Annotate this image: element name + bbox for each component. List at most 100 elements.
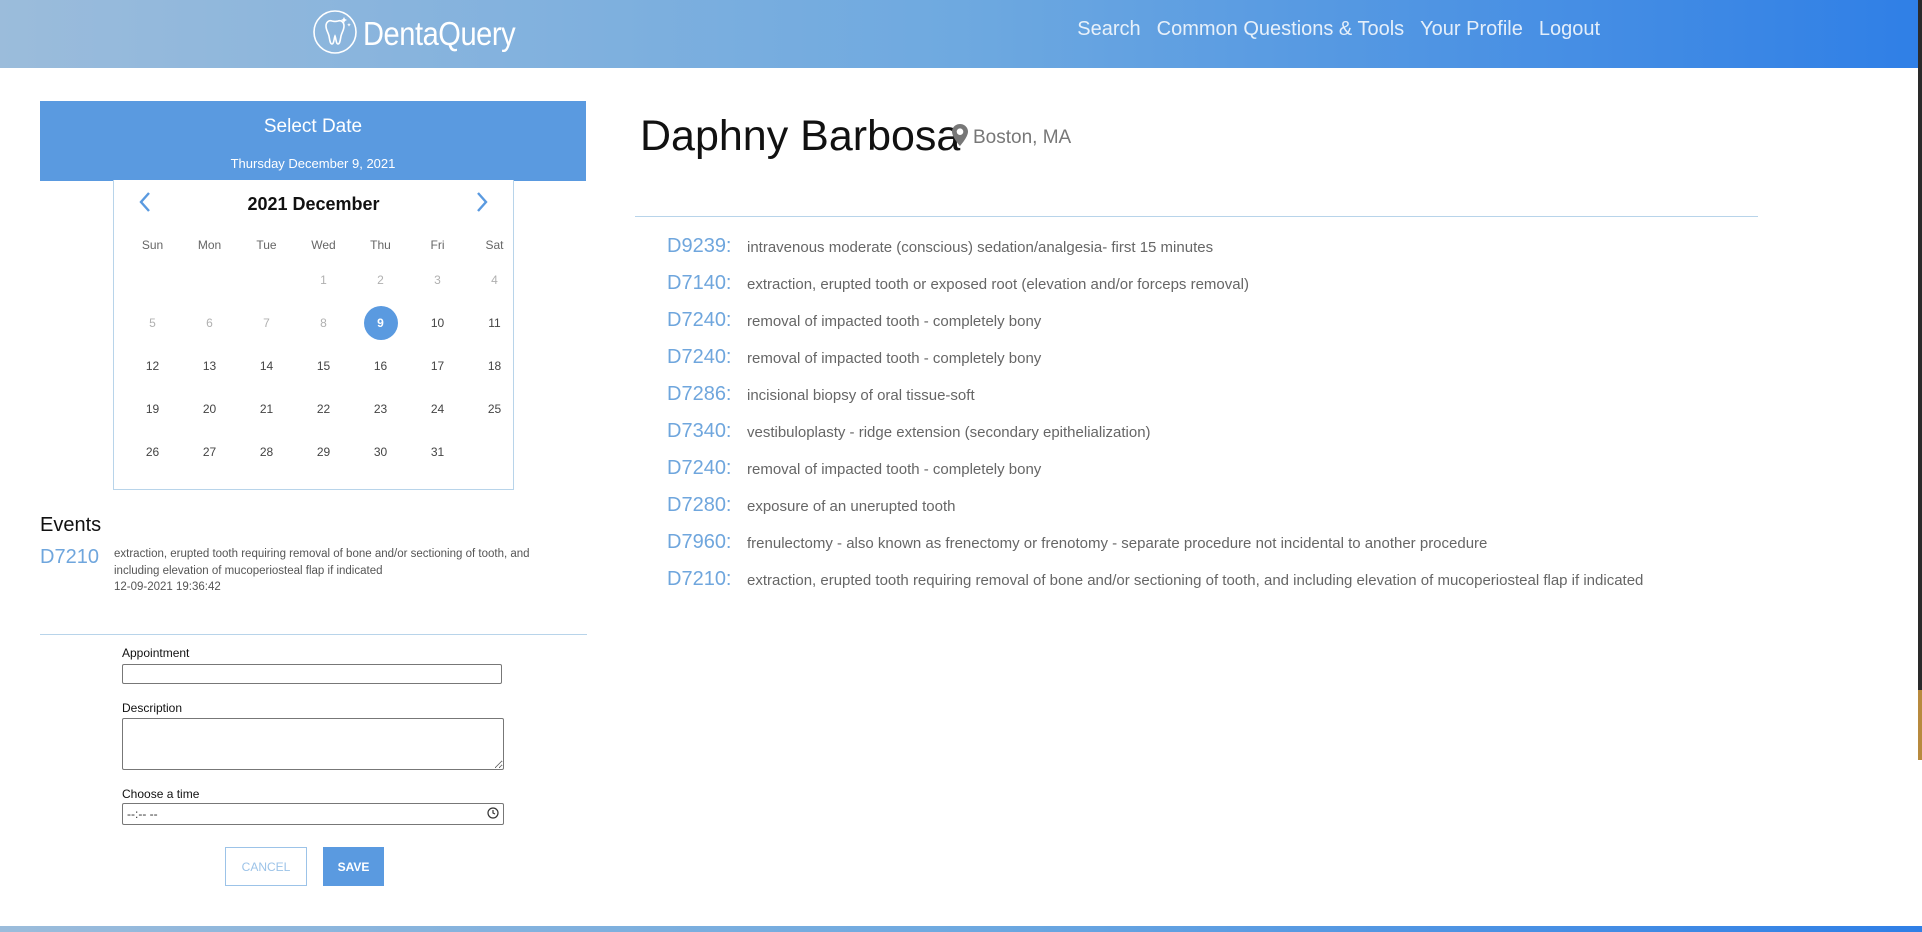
procedure-item[interactable]: D7240: removal of impacted tooth - comple… [667, 309, 1643, 346]
calendar-day[interactable]: 11 [466, 316, 523, 330]
calendar-day[interactable]: 10 [409, 316, 466, 330]
month-label: 2021 December [247, 194, 380, 214]
procedure-code[interactable]: D9239: [667, 235, 747, 258]
calendar-day-number: 9 [363, 305, 398, 340]
nav-logout[interactable]: Logout [1539, 18, 1600, 41]
procedure-item[interactable]: D7340: vestibuloplasty - ridge extension … [667, 420, 1643, 457]
weekday-label: Wed [311, 238, 336, 252]
procedure-code[interactable]: D7286: [667, 383, 747, 406]
procedure-description: extraction, erupted tooth or exposed roo… [747, 276, 1249, 293]
calendar-day-number: 25 [487, 401, 502, 416]
calendar-day-number: 13 [202, 358, 217, 373]
calendar-day[interactable]: 17 [409, 359, 466, 373]
procedure-item[interactable]: D7280: exposure of an unerupted tooth [667, 494, 1643, 531]
bottom-bar [0, 926, 1922, 932]
nav-search[interactable]: Search [1077, 18, 1140, 41]
patient-name: Daphny Barbosa [640, 112, 961, 160]
calendar-week: 26 27 28 29 30 31 [124, 430, 523, 473]
calendar-day-number: 7 [263, 315, 270, 330]
event-code[interactable]: D7210 [40, 546, 99, 569]
calendar-day[interactable]: 21 [238, 402, 295, 416]
calendar-day[interactable]: 22 [295, 402, 352, 416]
nav-common-questions-tools[interactable]: Common Questions & Tools [1157, 18, 1405, 41]
patient-location: Boston, MA [952, 124, 1071, 152]
procedure-code[interactable]: D7240: [667, 457, 747, 480]
next-month-button[interactable] [469, 190, 493, 214]
procedure-code[interactable]: D7340: [667, 420, 747, 443]
procedure-code[interactable]: D7140: [667, 272, 747, 295]
calendar-day[interactable]: 23 [352, 402, 409, 416]
calendar-day-number: 10 [430, 315, 445, 330]
calendar-day[interactable]: 28 [238, 445, 295, 459]
procedure-description: removal of impacted tooth - completely b… [747, 313, 1042, 330]
calendar-day-number: 12 [145, 358, 160, 373]
procedure-description: vestibuloplasty - ridge extension (secon… [747, 424, 1151, 441]
calendar-day[interactable]: 15 [295, 359, 352, 373]
calendar-day[interactable]: 20 [181, 402, 238, 416]
calendar-day-number: 24 [430, 401, 445, 416]
calendar-day[interactable]: 30 [352, 445, 409, 459]
calendar-day[interactable]: 26 [124, 445, 181, 459]
procedure-code[interactable]: D7960: [667, 531, 747, 554]
calendar-day[interactable]: 25 [466, 402, 523, 416]
procedure-item[interactable]: D9239: intravenous moderate (conscious) s… [667, 235, 1643, 272]
calendar-day[interactable]: 24 [409, 402, 466, 416]
calendar-day: 7 [238, 316, 295, 330]
brand-name: DentaQuery [363, 15, 516, 52]
procedure-item[interactable]: D7240: removal of impacted tooth - comple… [667, 346, 1643, 383]
appointment-label: Appointment [122, 646, 190, 660]
description-textarea[interactable] [122, 718, 504, 770]
calendar-week: 19 20 21 22 23 24 25 [124, 387, 523, 430]
clock-icon[interactable] [487, 806, 499, 822]
main-nav: Search Common Questions & Tools Your Pro… [1077, 18, 1600, 41]
procedure-description: removal of impacted tooth - completely b… [747, 461, 1042, 478]
procedure-description: incisional biopsy of oral tissue-soft [747, 387, 975, 404]
procedure-code[interactable]: D7280: [667, 494, 747, 517]
calendar-day[interactable]: 16 [352, 359, 409, 373]
calendar-day[interactable]: 13 [181, 359, 238, 373]
calendar-day-number: 11 [488, 315, 501, 330]
top-navbar: DentaQuery Search Common Questions & Too… [0, 0, 1922, 68]
procedure-item[interactable]: D7140: extraction, erupted tooth or expos… [667, 272, 1643, 309]
brand-logo[interactable]: DentaQuery [311, 8, 536, 60]
calendar-day[interactable]: 29 [295, 445, 352, 459]
procedure-code[interactable]: D7240: [667, 346, 747, 369]
procedure-description: removal of impacted tooth - completely b… [747, 350, 1042, 367]
tooth-logo-icon [311, 8, 359, 61]
calendar-day: 3 [409, 273, 466, 287]
calendar-day-number: 2 [377, 272, 384, 287]
event-description: extraction, erupted tooth requiring remo… [114, 548, 530, 577]
map-pin-icon [952, 124, 973, 152]
calendar-day-number: 3 [434, 272, 441, 287]
calendar-day: 4 [466, 273, 523, 287]
calendar-day-number: 17 [430, 358, 445, 373]
calendar-day[interactable]: 19 [124, 402, 181, 416]
time-value: --:-- -- [127, 807, 158, 821]
calendar-day[interactable]: 18 [466, 359, 523, 373]
calendar-day[interactable]: 31 [409, 445, 466, 459]
calendar-day: 1 [295, 273, 352, 287]
procedure-code[interactable]: D7210: [667, 568, 747, 591]
nav-your-profile[interactable]: Your Profile [1420, 18, 1523, 41]
appointment-input[interactable] [122, 664, 502, 684]
calendar-day-number: 27 [202, 444, 217, 459]
calendar-day-number: 31 [430, 444, 445, 459]
procedure-item[interactable]: D7210: extraction, erupted tooth requirin… [667, 568, 1643, 605]
weekday-label: Fri [430, 238, 445, 252]
save-button[interactable]: SAVE [323, 847, 384, 886]
weekday-label: Tue [256, 238, 277, 252]
procedure-code[interactable]: D7240: [667, 309, 747, 332]
calendar-day[interactable]: 27 [181, 445, 238, 459]
cancel-button[interactable]: CANCEL [225, 847, 307, 886]
calendar-day[interactable]: 14 [238, 359, 295, 373]
window-edge-accent [1918, 690, 1922, 760]
calendar-day-number: 6 [206, 315, 213, 330]
procedure-description: intravenous moderate (conscious) sedatio… [747, 239, 1214, 256]
procedure-item[interactable]: D7960: frenulectomy - also known as frene… [667, 531, 1643, 568]
procedure-item[interactable]: D7286: incisional biopsy of oral tissue-s… [667, 383, 1643, 420]
procedure-description: extraction, erupted tooth requiring remo… [747, 572, 1644, 589]
procedure-item[interactable]: D7240: removal of impacted tooth - comple… [667, 457, 1643, 494]
time-input[interactable]: --:-- -- [122, 803, 504, 825]
calendar-day[interactable]: 9 [352, 305, 409, 340]
calendar-day[interactable]: 12 [124, 359, 181, 373]
